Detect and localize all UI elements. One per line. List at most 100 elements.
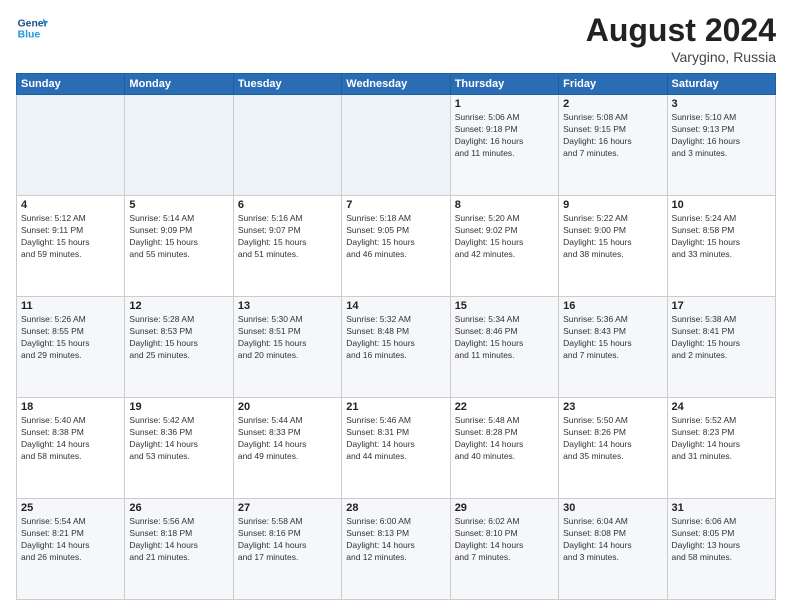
day-number: 2 <box>563 98 662 110</box>
day-number: 7 <box>346 199 445 211</box>
day-number: 4 <box>21 199 120 211</box>
header: General Blue August 2024 Varygino, Russi… <box>16 12 776 65</box>
day-number: 19 <box>129 401 228 413</box>
day-number: 8 <box>455 199 554 211</box>
day-number: 29 <box>455 502 554 514</box>
calendar: SundayMondayTuesdayWednesdayThursdayFrid… <box>16 73 776 600</box>
day-info: Sunrise: 5:50 AMSunset: 8:26 PMDaylight:… <box>563 415 662 463</box>
day-number: 14 <box>346 300 445 312</box>
day-number: 15 <box>455 300 554 312</box>
title-block: August 2024 Varygino, Russia <box>586 12 776 65</box>
day-cell: 12 Sunrise: 5:28 AMSunset: 8:53 PMDayligh… <box>125 297 233 398</box>
day-cell: 4Sunrise: 5:12 AMSunset: 9:11 PMDaylight… <box>17 196 125 297</box>
day-number: 13 <box>238 300 337 312</box>
day-number: 5 <box>129 199 228 211</box>
day-info: Sunrise: 5:06 AMSunset: 9:18 PMDaylight:… <box>455 112 554 160</box>
day-number: 22 <box>455 401 554 413</box>
week-row-1: 1 Sunrise: 5:06 AMSunset: 9:18 PMDaylight… <box>17 95 776 196</box>
day-cell <box>17 95 125 196</box>
week-row-4: 18Sunrise: 5:40 AMSunset: 8:38 PMDayligh… <box>17 398 776 499</box>
day-number: 18 <box>21 401 120 413</box>
day-info: Sunrise: 6:00 AMSunset: 8:13 PMDaylight:… <box>346 516 445 564</box>
day-number: 10 <box>672 199 771 211</box>
page: General Blue August 2024 Varygino, Russi… <box>0 0 792 612</box>
day-number: 23 <box>563 401 662 413</box>
header-row: SundayMondayTuesdayWednesdayThursdayFrid… <box>17 74 776 95</box>
day-cell: 29Sunrise: 6:02 AMSunset: 8:10 PMDayligh… <box>450 499 558 600</box>
logo-icon: General Blue <box>16 12 48 44</box>
day-number: 6 <box>238 199 337 211</box>
day-info: Sunrise: 5:14 AMSunset: 9:09 PMDaylight:… <box>129 213 228 261</box>
day-info: Sunrise: 5:52 AMSunset: 8:23 PMDaylight:… <box>672 415 771 463</box>
logo: General Blue <box>16 12 48 44</box>
day-info: Sunrise: 5:22 AMSunset: 9:00 PMDaylight:… <box>563 213 662 261</box>
day-cell: 7Sunrise: 5:18 AMSunset: 9:05 PMDaylight… <box>342 196 450 297</box>
day-cell: 28 Sunrise: 6:00 AMSunset: 8:13 PMDayligh… <box>342 499 450 600</box>
day-cell: 30 Sunrise: 6:04 AMSunset: 8:08 PMDayligh… <box>559 499 667 600</box>
day-info: Sunrise: 5:34 AMSunset: 8:46 PMDaylight:… <box>455 314 554 362</box>
day-info: Sunrise: 5:30 AMSunset: 8:51 PMDaylight:… <box>238 314 337 362</box>
day-cell: 14 Sunrise: 5:32 AMSunset: 8:48 PMDayligh… <box>342 297 450 398</box>
day-cell <box>342 95 450 196</box>
day-info: Sunrise: 5:46 AMSunset: 8:31 PMDaylight:… <box>346 415 445 463</box>
day-cell: 20 Sunrise: 5:44 AMSunset: 8:33 PMDayligh… <box>233 398 341 499</box>
day-cell: 2Sunrise: 5:08 AMSunset: 9:15 PMDaylight… <box>559 95 667 196</box>
col-header-monday: Monday <box>125 74 233 95</box>
day-number: 16 <box>563 300 662 312</box>
day-cell: 8Sunrise: 5:20 AMSunset: 9:02 PMDaylight… <box>450 196 558 297</box>
week-row-3: 11 Sunrise: 5:26 AMSunset: 8:55 PMDayligh… <box>17 297 776 398</box>
day-info: Sunrise: 5:28 AMSunset: 8:53 PMDaylight:… <box>129 314 228 362</box>
day-info: Sunrise: 5:42 AMSunset: 8:36 PMDaylight:… <box>129 415 228 463</box>
day-number: 24 <box>672 401 771 413</box>
day-number: 21 <box>346 401 445 413</box>
day-cell: 13 Sunrise: 5:30 AMSunset: 8:51 PMDayligh… <box>233 297 341 398</box>
day-cell: 5 Sunrise: 5:14 AMSunset: 9:09 PMDaylight… <box>125 196 233 297</box>
day-number: 31 <box>672 502 771 514</box>
col-header-sunday: Sunday <box>17 74 125 95</box>
day-info: Sunrise: 5:56 AMSunset: 8:18 PMDaylight:… <box>129 516 228 564</box>
day-cell: 25Sunrise: 5:54 AMSunset: 8:21 PMDayligh… <box>17 499 125 600</box>
day-info: Sunrise: 5:48 AMSunset: 8:28 PMDaylight:… <box>455 415 554 463</box>
day-cell: 3 Sunrise: 5:10 AMSunset: 9:13 PMDaylight… <box>667 95 775 196</box>
day-number: 12 <box>129 300 228 312</box>
day-info: Sunrise: 5:32 AMSunset: 8:48 PMDaylight:… <box>346 314 445 362</box>
day-cell: 15 Sunrise: 5:34 AMSunset: 8:46 PMDayligh… <box>450 297 558 398</box>
day-cell: 27 Sunrise: 5:58 AMSunset: 8:16 PMDayligh… <box>233 499 341 600</box>
day-cell: 26 Sunrise: 5:56 AMSunset: 8:18 PMDayligh… <box>125 499 233 600</box>
day-number: 11 <box>21 300 120 312</box>
day-info: Sunrise: 5:38 AMSunset: 8:41 PMDaylight:… <box>672 314 771 362</box>
day-number: 1 <box>455 98 554 110</box>
day-number: 27 <box>238 502 337 514</box>
day-cell: 23 Sunrise: 5:50 AMSunset: 8:26 PMDayligh… <box>559 398 667 499</box>
week-row-2: 4Sunrise: 5:12 AMSunset: 9:11 PMDaylight… <box>17 196 776 297</box>
day-number: 20 <box>238 401 337 413</box>
day-cell <box>125 95 233 196</box>
day-cell: 16 Sunrise: 5:36 AMSunset: 8:43 PMDayligh… <box>559 297 667 398</box>
day-cell: 18Sunrise: 5:40 AMSunset: 8:38 PMDayligh… <box>17 398 125 499</box>
day-info: Sunrise: 5:10 AMSunset: 9:13 PMDaylight:… <box>672 112 771 160</box>
day-cell: 21 Sunrise: 5:46 AMSunset: 8:31 PMDayligh… <box>342 398 450 499</box>
day-number: 3 <box>672 98 771 110</box>
day-number: 26 <box>129 502 228 514</box>
day-cell: 31Sunrise: 6:06 AMSunset: 8:05 PMDayligh… <box>667 499 775 600</box>
day-info: Sunrise: 5:36 AMSunset: 8:43 PMDaylight:… <box>563 314 662 362</box>
day-cell <box>233 95 341 196</box>
day-cell: 11 Sunrise: 5:26 AMSunset: 8:55 PMDayligh… <box>17 297 125 398</box>
col-header-friday: Friday <box>559 74 667 95</box>
day-cell: 17Sunrise: 5:38 AMSunset: 8:41 PMDayligh… <box>667 297 775 398</box>
col-header-wednesday: Wednesday <box>342 74 450 95</box>
day-cell: 22 Sunrise: 5:48 AMSunset: 8:28 PMDayligh… <box>450 398 558 499</box>
svg-text:Blue: Blue <box>18 30 41 41</box>
day-info: Sunrise: 5:24 AMSunset: 8:58 PMDaylight:… <box>672 213 771 261</box>
day-info: Sunrise: 5:58 AMSunset: 8:16 PMDaylight:… <box>238 516 337 564</box>
day-cell: 10 Sunrise: 5:24 AMSunset: 8:58 PMDayligh… <box>667 196 775 297</box>
col-header-saturday: Saturday <box>667 74 775 95</box>
day-number: 30 <box>563 502 662 514</box>
day-info: Sunrise: 5:16 AMSunset: 9:07 PMDaylight:… <box>238 213 337 261</box>
day-cell: 24 Sunrise: 5:52 AMSunset: 8:23 PMDayligh… <box>667 398 775 499</box>
day-info: Sunrise: 5:44 AMSunset: 8:33 PMDaylight:… <box>238 415 337 463</box>
day-info: Sunrise: 6:04 AMSunset: 8:08 PMDaylight:… <box>563 516 662 564</box>
day-cell: 19 Sunrise: 5:42 AMSunset: 8:36 PMDayligh… <box>125 398 233 499</box>
day-info: Sunrise: 5:26 AMSunset: 8:55 PMDaylight:… <box>21 314 120 362</box>
day-number: 28 <box>346 502 445 514</box>
